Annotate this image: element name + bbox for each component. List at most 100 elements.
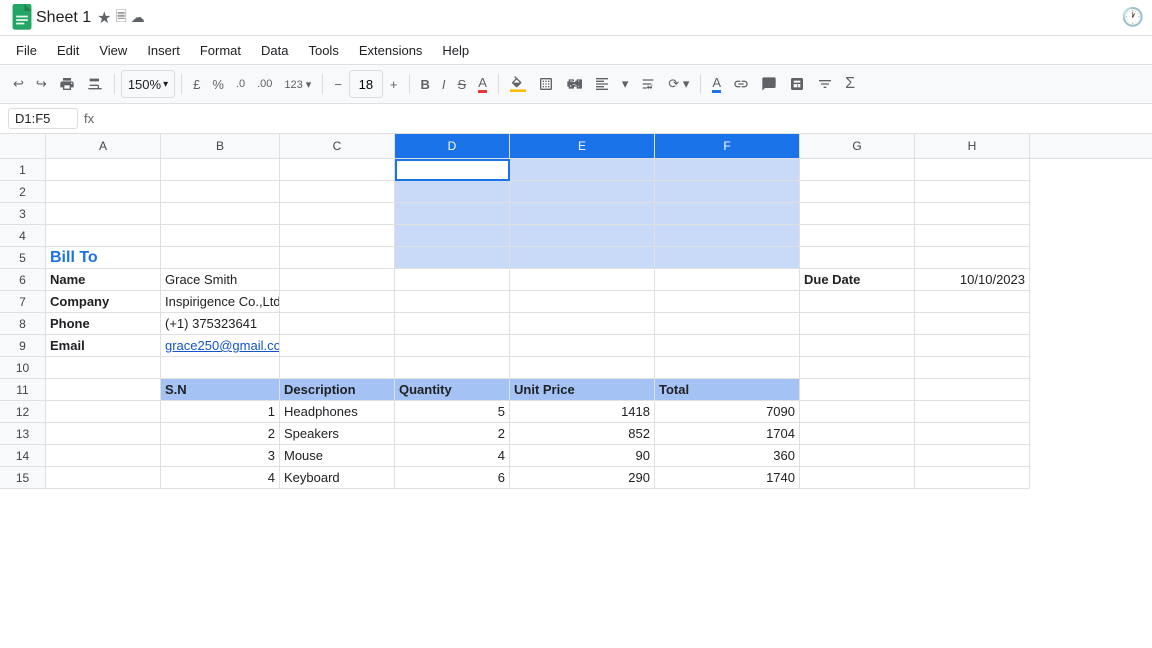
menu-item-extensions[interactable]: Extensions <box>349 41 433 60</box>
strikethrough-button[interactable]: S <box>453 70 472 98</box>
cloud-icon[interactable]: ☁ <box>131 9 145 26</box>
italic-button[interactable]: I <box>437 70 451 98</box>
more-formats-button[interactable]: 123 ▾ <box>279 70 316 98</box>
cell-4-d[interactable] <box>395 225 510 247</box>
cell-13-d[interactable]: 2 <box>395 423 510 445</box>
merge-cells-button[interactable] <box>561 70 587 98</box>
cell-4-b[interactable] <box>161 225 280 247</box>
cell-10-b[interactable] <box>161 357 280 379</box>
history-icon[interactable]: 🕐 <box>1122 7 1144 28</box>
cell-14-b[interactable]: 3 <box>161 445 280 467</box>
cell-6-b[interactable]: Grace Smith <box>161 269 280 291</box>
cell-5-e[interactable] <box>510 247 655 269</box>
cell-10-h[interactable] <box>915 357 1030 379</box>
cell-10-f[interactable] <box>655 357 800 379</box>
cell-11-h[interactable] <box>915 379 1030 401</box>
cell-2-g[interactable] <box>800 181 915 203</box>
wrap-button[interactable] <box>635 70 661 98</box>
cell-8-g[interactable] <box>800 313 915 335</box>
cell-13-a[interactable] <box>46 423 161 445</box>
cell-4-c[interactable] <box>280 225 395 247</box>
cell-8-h[interactable] <box>915 313 1030 335</box>
save-icon[interactable]: 🗏 <box>116 6 127 30</box>
redo-button[interactable]: ↪ <box>31 70 52 98</box>
cell-13-f[interactable]: 1704 <box>655 423 800 445</box>
cell-3-f[interactable] <box>655 203 800 225</box>
col-header-c[interactable]: C <box>280 134 395 158</box>
cell-3-e[interactable] <box>510 203 655 225</box>
cell-13-c[interactable]: Speakers <box>280 423 395 445</box>
cell-12-c[interactable]: Headphones <box>280 401 395 423</box>
cell-12-d[interactable]: 5 <box>395 401 510 423</box>
cell-9-f[interactable] <box>655 335 800 357</box>
cell-14-a[interactable] <box>46 445 161 467</box>
cell-13-b[interactable]: 2 <box>161 423 280 445</box>
cell-15-b[interactable]: 4 <box>161 467 280 489</box>
fill-color-button[interactable] <box>505 70 531 98</box>
cell-15-d[interactable]: 6 <box>395 467 510 489</box>
cell-1-d[interactable] <box>395 159 510 181</box>
bold-button[interactable]: B <box>416 70 435 98</box>
v-align-button[interactable]: ▾ <box>617 70 634 98</box>
cell-5-d[interactable] <box>395 247 510 269</box>
cell-15-f[interactable]: 1740 <box>655 467 800 489</box>
col-header-h[interactable]: H <box>915 134 1030 158</box>
menu-item-view[interactable]: View <box>89 41 137 60</box>
cell-7-g[interactable] <box>800 291 915 313</box>
cell-2-f[interactable] <box>655 181 800 203</box>
font-color-button[interactable]: A <box>473 70 492 98</box>
cell-11-d[interactable]: Quantity <box>395 379 510 401</box>
cell-15-g[interactable] <box>800 467 915 489</box>
percent-button[interactable]: % <box>207 70 229 98</box>
cell-15-a[interactable] <box>46 467 161 489</box>
cell-12-h[interactable] <box>915 401 1030 423</box>
cell-7-d[interactable] <box>395 291 510 313</box>
comment-button[interactable] <box>756 70 782 98</box>
cell-10-c[interactable] <box>280 357 395 379</box>
cell-9-b[interactable]: grace250@gmail.com <box>161 335 280 357</box>
menu-item-data[interactable]: Data <box>251 41 298 60</box>
cell-6-h[interactable]: 10/10/2023 <box>915 269 1030 291</box>
cell-6-f[interactable] <box>655 269 800 291</box>
cell-1-e[interactable] <box>510 159 655 181</box>
cell-9-g[interactable] <box>800 335 915 357</box>
cell-7-f[interactable] <box>655 291 800 313</box>
cell-5-c[interactable] <box>280 247 395 269</box>
cell-12-g[interactable] <box>800 401 915 423</box>
cell-10-d[interactable] <box>395 357 510 379</box>
link-button[interactable] <box>728 70 754 98</box>
cell-9-d[interactable] <box>395 335 510 357</box>
cell-5-g[interactable] <box>800 247 915 269</box>
cell-13-h[interactable] <box>915 423 1030 445</box>
cell-11-a[interactable] <box>46 379 161 401</box>
cell-5-f[interactable] <box>655 247 800 269</box>
cell-3-g[interactable] <box>800 203 915 225</box>
cell-8-b[interactable]: (+1) 375323641 <box>161 313 280 335</box>
paint-format-button[interactable] <box>82 70 108 98</box>
cell-12-b[interactable]: 1 <box>161 401 280 423</box>
cell-15-c[interactable]: Keyboard <box>280 467 395 489</box>
undo-button[interactable]: ↩ <box>8 70 29 98</box>
cell-12-f[interactable]: 7090 <box>655 401 800 423</box>
cell-2-e[interactable] <box>510 181 655 203</box>
currency-button[interactable]: £ <box>188 70 205 98</box>
cell-6-g[interactable]: Due Date <box>800 269 915 291</box>
cell-4-e[interactable] <box>510 225 655 247</box>
cell-2-b[interactable] <box>161 181 280 203</box>
cell-6-c[interactable] <box>280 269 395 291</box>
cell-7-c[interactable] <box>280 291 395 313</box>
cell-5-a[interactable]: Bill To <box>46 247 161 269</box>
cell-9-h[interactable] <box>915 335 1030 357</box>
cell-8-c[interactable] <box>280 313 395 335</box>
cell-4-f[interactable] <box>655 225 800 247</box>
cell-6-e[interactable] <box>510 269 655 291</box>
rotate-button[interactable]: ⟳ ▾ <box>663 70 694 98</box>
cell-13-g[interactable] <box>800 423 915 445</box>
cell-5-h[interactable] <box>915 247 1030 269</box>
cell-4-a[interactable] <box>46 225 161 247</box>
filter-button[interactable] <box>812 70 838 98</box>
cell-3-b[interactable] <box>161 203 280 225</box>
cell-6-a[interactable]: Name <box>46 269 161 291</box>
functions-button[interactable]: Σ <box>840 70 860 98</box>
col-header-d[interactable]: D <box>395 134 510 158</box>
